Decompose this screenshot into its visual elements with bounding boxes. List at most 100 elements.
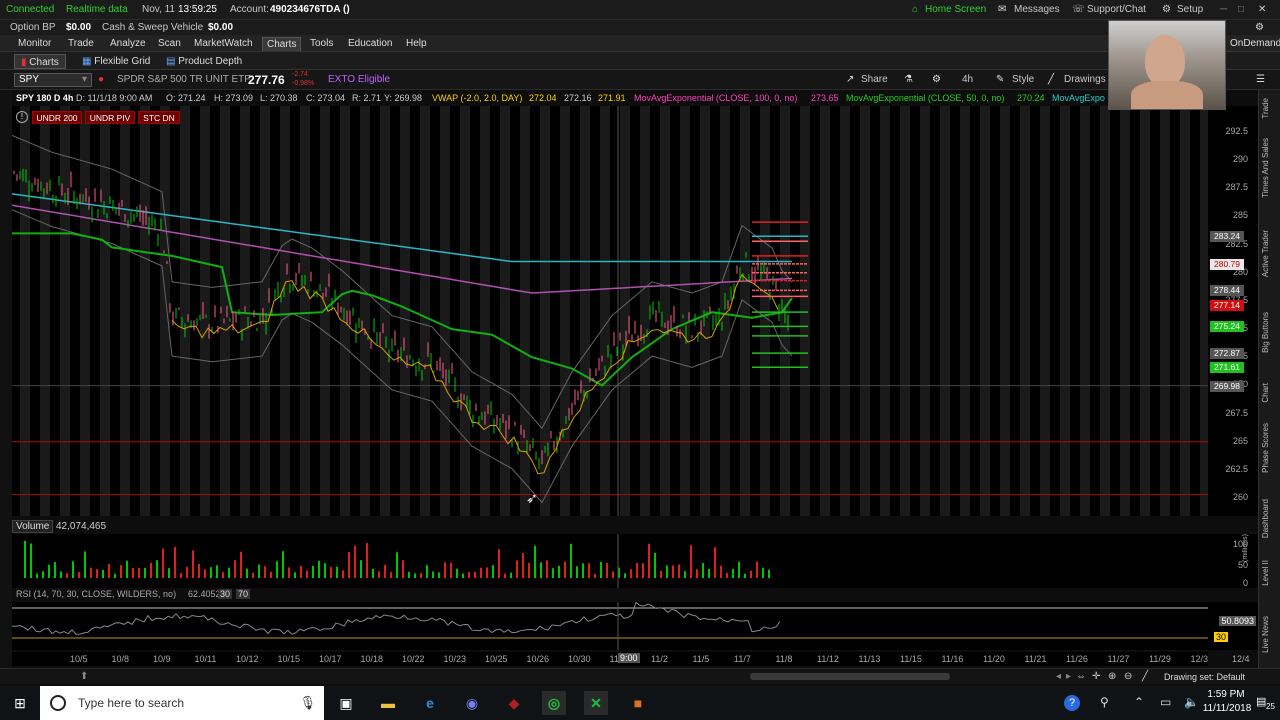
date-tick: 10/26: [526, 654, 550, 664]
volume-bar: [750, 570, 752, 578]
volume-bar: [48, 564, 50, 578]
vwap-value-1: 272.04: [529, 93, 557, 103]
crosshair-icon[interactable]: ✛: [1092, 671, 1100, 682]
date-tick: 11/27: [1107, 654, 1130, 664]
app-orange-icon[interactable]: ■: [626, 691, 650, 715]
session-shade: [1200, 106, 1208, 516]
taskbar-search-box[interactable]: Type here to search 🎙: [40, 686, 324, 720]
side-panel-tab[interactable]: Active Trader: [1261, 230, 1277, 277]
menu-charts[interactable]: Charts: [262, 37, 302, 51]
support-link[interactable]: Support/Chat: [1087, 4, 1146, 15]
timeframe-button[interactable]: 4h: [962, 74, 973, 85]
drawing-pencil-icon[interactable]: ╱: [1142, 671, 1148, 682]
people-icon[interactable]: ⚲: [1100, 695, 1109, 709]
ema100-value: 273.65: [811, 93, 839, 103]
symbol-input[interactable]: SPY: [14, 73, 92, 87]
chrome-app-icon[interactable]: ◎: [542, 691, 566, 715]
account-selector[interactable]: 490234676TDA (): [270, 4, 350, 15]
ondemand-link[interactable]: OnDemand: [1226, 37, 1280, 51]
date-tick: 12/3: [1190, 654, 1209, 664]
vwap-study[interactable]: VWAP (-2.0, 2.0, DAY): [432, 93, 522, 103]
messages-link[interactable]: Messages: [1014, 4, 1060, 15]
gear-icon-chart[interactable]: ⚙: [932, 74, 941, 85]
drawings-button[interactable]: Drawings: [1064, 74, 1106, 85]
tab-product-depth[interactable]: ▤ Product Depth: [160, 54, 248, 69]
close-button[interactable]: ✕: [1258, 4, 1266, 15]
volume-value: 42,074,465: [56, 521, 107, 532]
microphone-icon[interactable]: 🎙: [299, 695, 316, 711]
volume-chart[interactable]: [12, 534, 1208, 588]
volume-bar: [492, 565, 494, 578]
flask-icon[interactable]: ⚗: [904, 74, 913, 85]
tab-flexible-grid[interactable]: ▦ Flexible Grid: [76, 54, 156, 69]
volume-icon[interactable]: 🔈: [1184, 695, 1199, 709]
menu-scan[interactable]: Scan: [154, 37, 185, 51]
zoom-in-icon[interactable]: ⊕: [1108, 671, 1116, 682]
rsi-chart-svg: [11, 601, 1208, 650]
chart-scrollbar[interactable]: [750, 673, 950, 680]
zoom-out-icon[interactable]: ⊖: [1124, 671, 1132, 682]
volume-label[interactable]: Volume: [12, 520, 54, 533]
alert-icon[interactable]: !: [16, 111, 28, 123]
volume-bar: [420, 573, 422, 578]
side-panel-tab[interactable]: Live News: [1261, 616, 1277, 653]
maximize-button[interactable]: □: [1238, 4, 1244, 15]
chevron-down-icon[interactable]: ▾: [82, 74, 87, 85]
share-button[interactable]: Share: [861, 74, 888, 85]
session-shade: [1140, 106, 1150, 516]
chevron-up-icon[interactable]: ⌃: [1134, 695, 1144, 709]
network-icon[interactable]: ▭: [1160, 695, 1171, 709]
side-panel-tab[interactable]: Chart: [1261, 383, 1277, 403]
menu-help[interactable]: Help: [402, 37, 431, 51]
setup-link[interactable]: Setup: [1177, 4, 1203, 15]
home-screen-link[interactable]: Home Screen: [925, 4, 986, 15]
volume-bar: [468, 571, 470, 578]
help-icon[interactable]: ?: [1064, 695, 1080, 711]
scroll-right-icon[interactable]: ▸: [1066, 671, 1071, 682]
menu-marketwatch[interactable]: MarketWatch: [190, 37, 257, 51]
thinkorswim-icon[interactable]: ✕: [584, 691, 608, 715]
volume-bar: [336, 566, 338, 578]
pin-icon[interactable]: ⬆: [80, 671, 88, 682]
date-tick: 11/29: [1149, 654, 1171, 664]
notification-icon[interactable]: ▤: [1256, 695, 1266, 708]
tab-charts[interactable]: ▮ Charts: [14, 54, 66, 69]
task-view-icon[interactable]: ▣: [334, 691, 358, 715]
menu-education[interactable]: Education: [344, 37, 396, 51]
badge-stc-dn: STC DN: [138, 111, 180, 124]
side-panel-tab[interactable]: Level II: [1261, 560, 1277, 586]
session-shade: [1000, 106, 1010, 516]
link-icon[interactable]: ●: [98, 74, 104, 85]
chart-scroll-row: ⬆ ◂ ▸ ⇔ ✛ ⊕ ⊖ ╱ Drawing set: Default: [0, 668, 1280, 684]
edge-browser-icon[interactable]: e: [418, 691, 442, 715]
side-panel-tab[interactable]: Trade: [1261, 98, 1277, 119]
rsi-chart[interactable]: [11, 601, 1208, 650]
side-panel-tab[interactable]: Big Buttons: [1261, 312, 1277, 353]
menu-monitor[interactable]: Monitor: [14, 37, 55, 51]
menu-trade[interactable]: Trade: [64, 37, 98, 51]
style-button[interactable]: Style: [1012, 74, 1034, 85]
windows-start-icon[interactable]: ⊞: [8, 691, 32, 715]
side-panel-tab[interactable]: Dashboard: [1261, 499, 1277, 538]
ema-more-study[interactable]: MovAvgExpo: [1052, 93, 1105, 103]
clock-time[interactable]: 1:59 PM: [1204, 689, 1248, 700]
menu-icon[interactable]: ☰: [1256, 74, 1265, 85]
settings-gear-icon[interactable]: ⚙: [1255, 22, 1264, 33]
ema100-study[interactable]: MovAvgExponential (CLOSE, 100, 0, no): [634, 93, 797, 103]
rsi-label[interactable]: RSI (14, 70, 30, CLOSE, WILDERS, no): [16, 589, 176, 599]
price-chart[interactable]: ! UNDR 200 UNDR PIV STC DN ➶: [12, 106, 1208, 516]
drawing-set-label[interactable]: Drawing set: Default: [1164, 672, 1245, 682]
side-panel-tab[interactable]: Phase Scores: [1261, 423, 1277, 473]
side-panel-tab[interactable]: Times And Sales: [1261, 138, 1277, 198]
discord-icon[interactable]: ◉: [460, 691, 484, 715]
menu-analyze[interactable]: Analyze: [106, 37, 150, 51]
scroll-left-icon[interactable]: ◂: [1056, 671, 1061, 682]
minimize-button[interactable]: ─: [1220, 4, 1227, 15]
date-tick: 10/23: [443, 654, 467, 664]
app-red-icon[interactable]: ◆: [502, 691, 526, 715]
clock-date[interactable]: 11/11/2018: [1202, 703, 1252, 714]
expand-icon[interactable]: ⇔: [1076, 671, 1086, 682]
ema50-study[interactable]: MovAvgExponential (CLOSE, 50, 0, no): [846, 93, 1004, 103]
file-explorer-icon[interactable]: ▬: [376, 691, 400, 715]
menu-tools[interactable]: Tools: [306, 37, 337, 51]
